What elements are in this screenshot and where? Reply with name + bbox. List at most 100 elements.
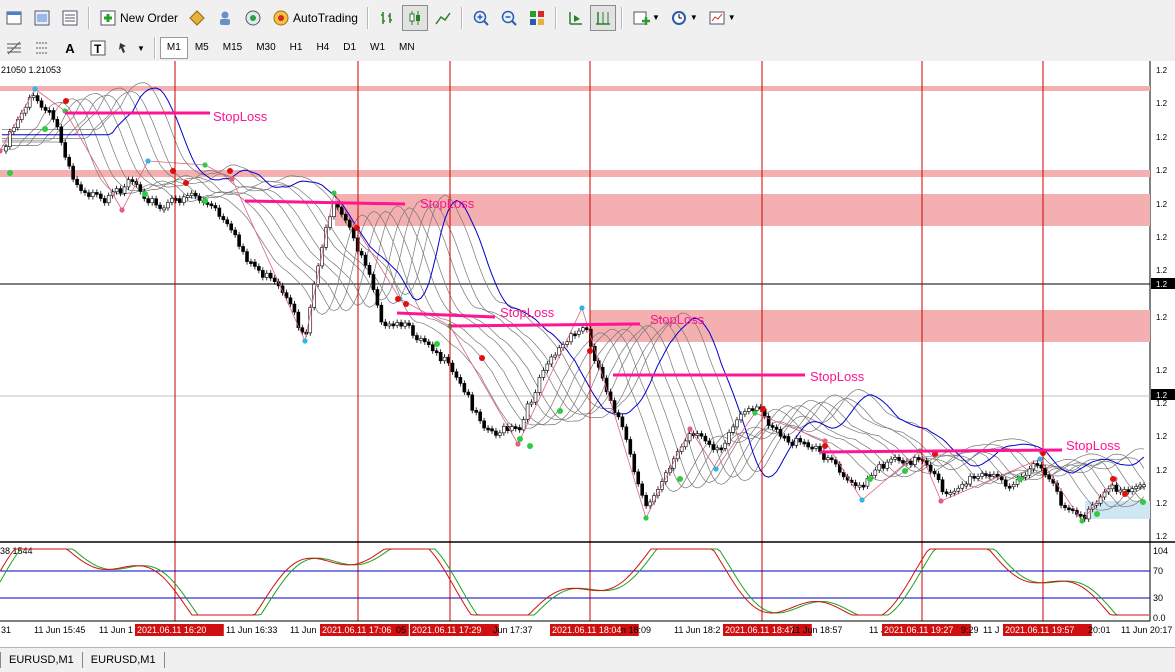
candle-body bbox=[221, 216, 226, 221]
candle-body bbox=[79, 184, 83, 191]
candle-body bbox=[525, 403, 530, 420]
crosshair-tool-button[interactable] bbox=[1, 35, 27, 61]
candle-body bbox=[699, 433, 704, 437]
chart-shift-button[interactable] bbox=[589, 4, 616, 31]
auto-scroll-button[interactable] bbox=[562, 5, 588, 31]
candle-body bbox=[723, 442, 727, 449]
zoom-out-button[interactable] bbox=[496, 5, 522, 31]
candle-body bbox=[458, 377, 463, 384]
tab-eurusd-m1[interactable]: EURUSD,M1 bbox=[0, 652, 83, 668]
timeframe-m1-button[interactable]: M1 bbox=[159, 37, 188, 59]
templates-button[interactable]: ▼ bbox=[704, 5, 740, 31]
candle-body bbox=[39, 100, 44, 108]
text-tool-button[interactable]: A bbox=[57, 35, 83, 61]
clock-icon bbox=[671, 10, 686, 25]
timeframe-w1-button[interactable]: W1 bbox=[363, 37, 392, 59]
new-window-button[interactable] bbox=[1, 5, 27, 31]
bar-chart-icon bbox=[380, 11, 392, 24]
zigzag-dot bbox=[713, 466, 719, 472]
signal-dot-green bbox=[1017, 476, 1023, 482]
metaeditor-button[interactable] bbox=[184, 5, 210, 31]
candle-body bbox=[359, 250, 364, 256]
timeframe-h4-button[interactable]: H4 bbox=[309, 37, 336, 59]
candle-body bbox=[632, 453, 637, 473]
arrows-tool-button[interactable]: ▼ bbox=[113, 35, 149, 61]
candle-body bbox=[395, 322, 399, 326]
signals-button[interactable] bbox=[240, 5, 266, 31]
candle-body bbox=[213, 205, 218, 209]
candle-body bbox=[687, 433, 692, 442]
time-highlight-label: 2021.06.11 17:29 bbox=[412, 625, 481, 635]
candle-body bbox=[739, 413, 743, 421]
price-tick-label: 1.2 bbox=[1156, 532, 1168, 541]
candle-body bbox=[434, 350, 439, 354]
signal-dot-green bbox=[1094, 511, 1100, 517]
market-watch-icon bbox=[62, 10, 78, 25]
candle-body bbox=[577, 330, 581, 335]
candle-body bbox=[948, 492, 953, 495]
bar-chart-button[interactable] bbox=[374, 5, 400, 31]
timeframe-mn-button[interactable]: MN bbox=[392, 37, 422, 59]
candle-body bbox=[83, 190, 87, 193]
timeframe-m30-button[interactable]: M30 bbox=[249, 37, 282, 59]
new-order-button[interactable]: New Order bbox=[95, 5, 182, 31]
timeframe-m5-button[interactable]: M5 bbox=[188, 37, 216, 59]
signal-dot-green bbox=[527, 443, 533, 449]
candle-body bbox=[47, 110, 52, 113]
candle-body bbox=[490, 428, 494, 432]
timeframe-h1-button[interactable]: H1 bbox=[283, 37, 310, 59]
candle-body bbox=[264, 272, 269, 278]
resistance-zone bbox=[0, 86, 1150, 91]
candle-body bbox=[75, 178, 79, 185]
candle-body bbox=[403, 322, 407, 327]
chart-window[interactable]: StopLoss StopLoss StopLoss StopLoss StopLoss… bbox=[0, 61, 1175, 647]
zigzag-dot bbox=[1037, 456, 1043, 462]
signal-dot-green bbox=[202, 198, 208, 204]
autotrading-button[interactable]: AutoTrading bbox=[268, 5, 362, 31]
candle-body bbox=[257, 266, 261, 271]
candle-body bbox=[245, 251, 249, 262]
candle-body bbox=[114, 188, 119, 193]
text-label-tool-button[interactable]: T bbox=[85, 35, 111, 61]
scripts-button[interactable] bbox=[212, 5, 238, 31]
candle-body bbox=[521, 419, 526, 431]
candle-body bbox=[624, 426, 629, 440]
price-chart[interactable]: StopLoss StopLoss StopLoss StopLoss StopLoss… bbox=[0, 61, 1175, 647]
profiles-button[interactable] bbox=[29, 5, 55, 31]
zigzag-dot bbox=[515, 441, 521, 447]
candle-body bbox=[379, 304, 384, 323]
candle-body bbox=[719, 447, 724, 451]
line-chart-button[interactable] bbox=[430, 5, 456, 31]
zigzag-dot bbox=[32, 86, 38, 92]
candle-body bbox=[861, 484, 866, 488]
price-tick-label: 1.2 bbox=[1156, 66, 1168, 75]
price-tick-label: 1.2 bbox=[1156, 200, 1168, 209]
candle-body bbox=[715, 447, 720, 451]
candle-body bbox=[853, 482, 858, 487]
zigzag-dot bbox=[859, 497, 865, 503]
tile-windows-button[interactable] bbox=[524, 5, 550, 31]
candle-body bbox=[1063, 505, 1067, 509]
zigzag-dot bbox=[145, 158, 151, 164]
candle-body bbox=[640, 483, 644, 496]
candle-body bbox=[956, 487, 961, 492]
tab-eurusd-m1-2[interactable]: EURUSD,M1 bbox=[83, 652, 165, 668]
time-tick-label: 11 J bbox=[983, 625, 999, 635]
arrows-icon bbox=[119, 43, 126, 53]
stoploss-line bbox=[449, 322, 641, 328]
timeframe-d1-button[interactable]: D1 bbox=[336, 37, 363, 59]
periods-button[interactable]: ▼ bbox=[666, 5, 702, 31]
candle-body bbox=[541, 370, 546, 378]
candle-body bbox=[944, 491, 949, 495]
timeframe-m15-button[interactable]: M15 bbox=[216, 37, 249, 59]
grid-tool-button[interactable] bbox=[29, 35, 55, 61]
candle-body bbox=[1035, 463, 1040, 466]
candlestick-button[interactable] bbox=[401, 4, 428, 31]
candle-body bbox=[87, 192, 91, 197]
candle-body bbox=[106, 195, 111, 204]
zoom-in-button[interactable] bbox=[468, 5, 494, 31]
indicators-button[interactable]: ▼ bbox=[628, 5, 664, 31]
market-watch-button[interactable] bbox=[57, 5, 83, 31]
signal-dot-green bbox=[677, 476, 683, 482]
candle-body bbox=[237, 234, 241, 247]
